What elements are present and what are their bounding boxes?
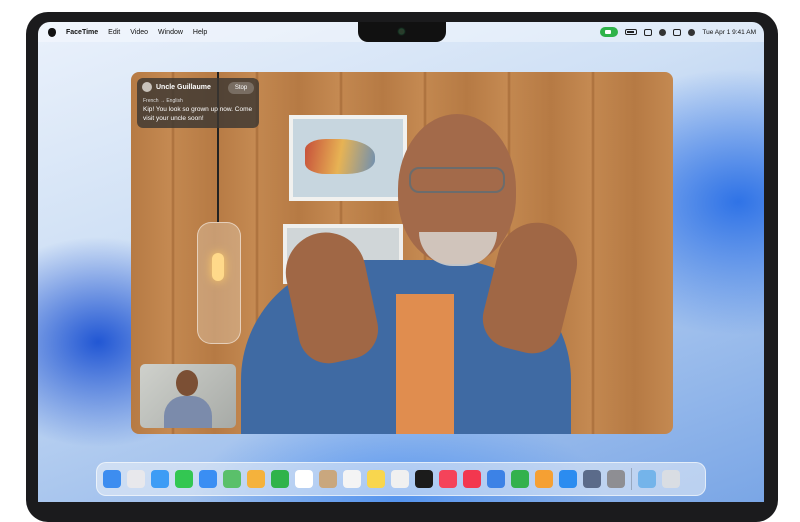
apple-menu-icon[interactable] <box>48 27 56 37</box>
tv-icon[interactable] <box>415 470 433 488</box>
maps-icon[interactable] <box>223 470 241 488</box>
dock <box>96 462 706 496</box>
numbers-icon[interactable] <box>511 470 529 488</box>
stop-button[interactable]: Stop <box>228 82 254 94</box>
news-icon[interactable] <box>463 470 481 488</box>
pages-icon[interactable] <box>535 470 553 488</box>
mail-icon[interactable] <box>199 470 217 488</box>
safari-icon[interactable] <box>151 470 169 488</box>
caller-name[interactable]: Uncle Guillaume <box>156 84 211 91</box>
menu-edit[interactable]: Edit <box>108 29 120 36</box>
translation-language: French → English <box>143 98 183 104</box>
self-view-tile[interactable] <box>140 364 236 428</box>
calendar-icon[interactable] <box>295 470 313 488</box>
caption-text: Kip! You look so grown up now. Come visi… <box>143 106 253 122</box>
menu-window[interactable]: Window <box>158 29 183 36</box>
status-area: Tue Apr 1 9:41 AM <box>600 22 756 42</box>
facetime-icon[interactable] <box>271 470 289 488</box>
camera-notch <box>358 22 446 42</box>
search-icon[interactable] <box>659 28 667 36</box>
self-view-head <box>176 370 198 396</box>
facetime-window[interactable]: Uncle Guillaume Stop French → English Ki… <box>131 72 673 434</box>
app-store-icon[interactable] <box>559 470 577 488</box>
wall-painting <box>289 115 407 201</box>
desktop-screen: FaceTime Edit Video Window Help Tue Apr … <box>38 22 764 502</box>
music-icon[interactable] <box>439 470 457 488</box>
finder-icon[interactable] <box>103 470 121 488</box>
photos-icon[interactable] <box>247 470 265 488</box>
messages-icon[interactable] <box>175 470 193 488</box>
siri-icon[interactable] <box>688 28 696 36</box>
camera-icon <box>399 29 404 34</box>
facetime-active-icon[interactable] <box>600 27 619 37</box>
freeform-icon[interactable] <box>391 470 409 488</box>
menu-clock[interactable]: Tue Apr 1 9:41 AM <box>702 29 756 36</box>
launchpad-icon[interactable] <box>127 470 145 488</box>
keynote-icon[interactable] <box>487 470 505 488</box>
self-view-body <box>164 396 212 428</box>
wifi-icon[interactable] <box>644 28 653 36</box>
menu-help[interactable]: Help <box>193 29 207 36</box>
caller-shirt <box>396 294 454 434</box>
system-settings-icon[interactable] <box>607 470 625 488</box>
contacts-icon[interactable] <box>319 470 337 488</box>
menu-app-name[interactable]: FaceTime <box>66 29 98 36</box>
dock-separator <box>631 468 632 490</box>
downloads-folder-icon[interactable] <box>638 470 656 488</box>
battery-icon[interactable] <box>625 29 638 35</box>
reminders-icon[interactable] <box>343 470 361 488</box>
iphone-mirroring-icon[interactable] <box>583 470 601 488</box>
live-translation-caption: Uncle Guillaume Stop French → English Ki… <box>137 78 259 128</box>
notes-icon[interactable] <box>367 470 385 488</box>
pendant-lamp <box>197 222 241 344</box>
menu-video[interactable]: Video <box>130 29 148 36</box>
control-center-icon[interactable] <box>673 28 682 36</box>
trash-icon[interactable] <box>662 470 680 488</box>
caller-avatar <box>142 82 152 92</box>
caller-glasses <box>409 167 505 193</box>
